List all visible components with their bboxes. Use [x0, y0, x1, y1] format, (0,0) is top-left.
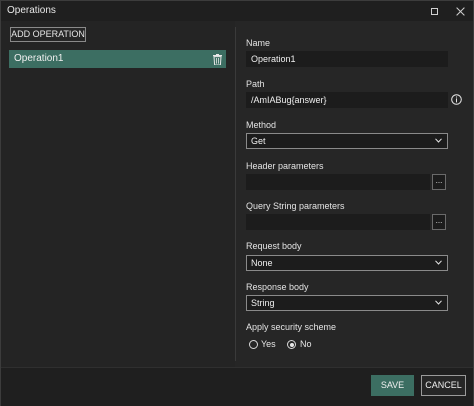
path-label: Path [246, 79, 265, 89]
header-parameters-input[interactable] [246, 174, 430, 190]
close-icon [456, 7, 465, 16]
header-parameters-label: Header parameters [246, 161, 324, 171]
chevron-down-icon [435, 138, 442, 143]
query-string-parameters-input[interactable] [246, 214, 430, 230]
save-button[interactable]: SAVE [371, 375, 414, 396]
close-button[interactable] [449, 1, 471, 21]
operations-dialog: Operations ADD OPERATION Operation1 Name… [0, 0, 474, 406]
method-select[interactable]: Get [246, 133, 448, 149]
info-icon[interactable] [451, 94, 462, 105]
chevron-down-icon [435, 300, 442, 305]
request-body-select[interactable]: None [246, 255, 448, 271]
security-no-radio[interactable] [287, 340, 296, 349]
maximize-icon [430, 7, 438, 15]
query-string-parameters-browse-button[interactable]: ... [432, 214, 446, 230]
maximize-button[interactable] [423, 1, 445, 21]
operations-list-pane: ADD OPERATION Operation1 [1, 21, 235, 367]
security-no-label[interactable]: No [300, 339, 312, 349]
response-body-select[interactable]: String [246, 295, 448, 311]
cancel-button[interactable]: CANCEL [421, 375, 466, 396]
request-body-value: None [251, 258, 273, 268]
query-string-parameters-label: Query String parameters [246, 201, 345, 211]
chevron-down-icon [435, 260, 442, 265]
response-body-value: String [251, 298, 275, 308]
name-input[interactable]: Operation1 [246, 51, 448, 67]
pane-splitter[interactable] [235, 27, 236, 361]
window-title: Operations [7, 5, 56, 16]
add-operation-button[interactable]: ADD OPERATION [10, 27, 86, 42]
title-bar: Operations [1, 1, 473, 21]
operation-list-item[interactable]: Operation1 [9, 50, 226, 68]
header-parameters-browse-button[interactable]: ... [432, 174, 446, 190]
path-input[interactable]: /AmIABug{answer} [246, 92, 448, 108]
trash-icon[interactable] [213, 54, 222, 65]
security-yes-radio[interactable] [249, 340, 258, 349]
method-label: Method [246, 120, 277, 130]
response-body-label: Response body [246, 282, 309, 292]
dialog-footer: SAVE CANCEL [1, 367, 473, 406]
security-yes-label[interactable]: Yes [261, 339, 276, 349]
operation-label: Operation1 [14, 53, 64, 64]
name-label: Name [246, 38, 271, 48]
request-body-label: Request body [246, 241, 302, 251]
method-value: Get [251, 136, 266, 146]
security-scheme-label: Apply security scheme [246, 322, 337, 332]
